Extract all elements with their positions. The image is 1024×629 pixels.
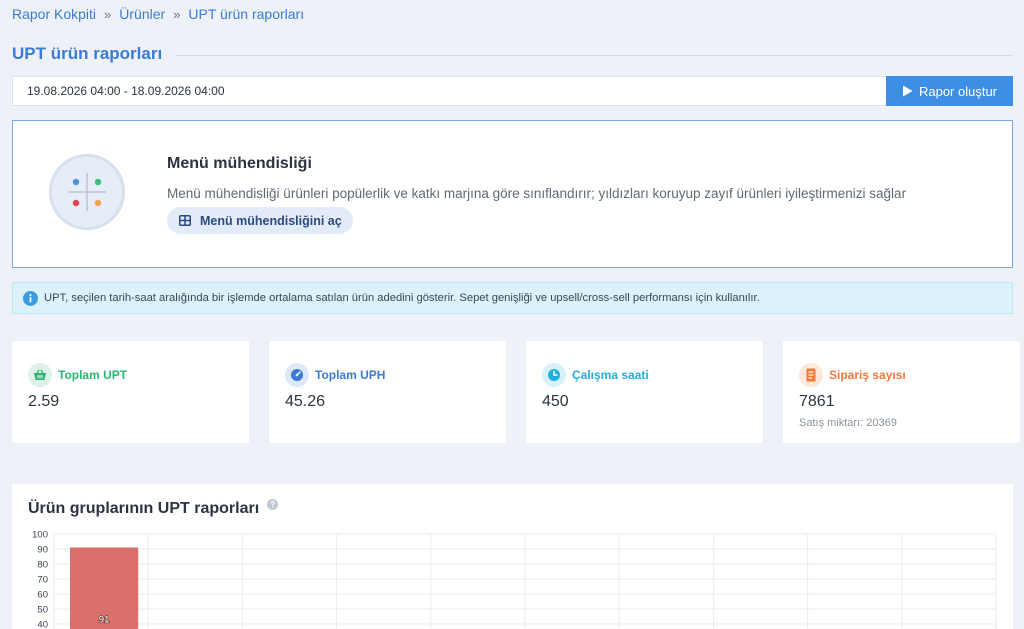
menu-engineering-title: Menü mühendisliği: [167, 155, 312, 172]
stat-value: 2.59: [28, 393, 60, 410]
info-icon: [23, 290, 38, 306]
breadcrumb-separator: »: [173, 6, 181, 22]
stat-value: 45.26: [285, 393, 326, 410]
breadcrumb-item-rapor-kokpiti[interactable]: Rapor Kokpiti: [12, 6, 96, 22]
stat-subtext: Satış miktarı: 20369: [799, 417, 897, 429]
gauge-icon: [285, 363, 309, 387]
stat-label: Toplam UPT: [58, 368, 128, 382]
open-menu-engineering-button[interactable]: Menü mühendisliğini aç: [167, 207, 353, 234]
y-tick-label: 100: [32, 530, 48, 541]
breadcrumb-item-urunler[interactable]: Ürünler: [119, 6, 165, 22]
page-title: UPT ürün raporları: [12, 44, 163, 63]
play-icon: [902, 85, 913, 97]
breadcrumb-separator: »: [104, 6, 112, 22]
table-grid-icon: [179, 215, 191, 226]
stat-value: 7861: [799, 393, 835, 410]
y-tick-label: 60: [37, 590, 48, 601]
stat-label: Çalışma saati: [572, 368, 649, 382]
create-report-label: Rapor oluştur: [918, 83, 998, 99]
breadcrumb: Rapor Kokpiti » Ürünler » UPT ürün rapor…: [12, 6, 304, 22]
open-menu-engineering-label: Menü mühendisliğini aç: [200, 213, 342, 228]
date-range-input[interactable]: [12, 76, 886, 106]
y-tick-label: 40: [37, 620, 48, 629]
info-alert: UPT, seçilen tarih-saat aralığında bir i…: [12, 282, 1013, 314]
upt-bar-chart: 100 90 80 70 60 50 40 91: [32, 530, 997, 629]
upt-chart-card: Ürün gruplarının UPT raporları ? 100 90 80…: [12, 484, 1013, 629]
y-tick-label: 80: [37, 560, 48, 571]
clock-icon: [542, 363, 566, 387]
y-tick-label: 50: [37, 605, 48, 616]
menu-matrix-icon: [49, 154, 125, 230]
stat-card-working-hours: Çalışma saati 450: [526, 341, 763, 443]
receipt-icon: [799, 363, 823, 387]
bar-data-label: 91: [99, 615, 110, 626]
date-range-row: Rapor oluştur: [12, 76, 1013, 106]
title-divider: [176, 54, 1013, 56]
basket-icon: [28, 363, 52, 387]
info-text: UPT, seçilen tarih-saat aralığında bir i…: [44, 292, 760, 304]
stat-value: 450: [542, 393, 569, 410]
y-tick-label: 70: [37, 575, 48, 586]
stat-card-total-upt: Toplam UPT 2.59: [12, 341, 249, 443]
stat-label: Sipariş sayısı: [829, 368, 906, 382]
stat-card-total-uph: Toplam UPH 45.26: [269, 341, 506, 443]
page-title-row: UPT ürün raporları: [12, 44, 1013, 64]
stat-card-order-count: Sipariş sayısı 7861 Satış miktarı: 20369: [783, 341, 1020, 443]
menu-engineering-description: Menü mühendisliği ürünleri popülerlik ve…: [167, 186, 907, 201]
menu-engineering-card: Menü mühendisliği Menü mühendisliği ürün…: [12, 120, 1013, 268]
stat-label: Toplam UPH: [315, 368, 386, 382]
breadcrumb-item-current[interactable]: UPT ürün raporları: [188, 6, 304, 22]
create-report-button[interactable]: Rapor oluştur: [886, 76, 1013, 106]
y-tick-label: 90: [37, 545, 48, 556]
